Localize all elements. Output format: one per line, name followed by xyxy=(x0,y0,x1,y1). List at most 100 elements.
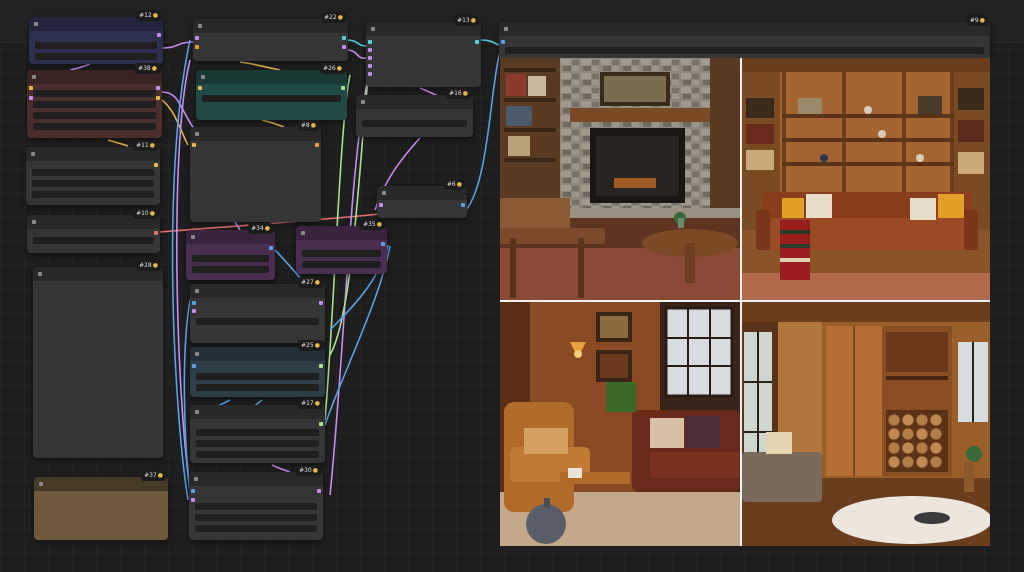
widget-field[interactable] xyxy=(33,90,156,97)
widget-field[interactable] xyxy=(33,101,156,108)
collapse-icon[interactable] xyxy=(195,410,199,414)
collapse-icon[interactable] xyxy=(34,22,38,26)
node-26[interactable]: #26● xyxy=(196,63,347,120)
output-port[interactable] xyxy=(315,143,319,147)
collapse-icon[interactable] xyxy=(194,477,198,481)
input-port[interactable] xyxy=(368,40,372,44)
node-34[interactable]: #34● xyxy=(186,223,275,280)
input-port[interactable] xyxy=(368,72,372,76)
collapse-icon[interactable] xyxy=(301,231,305,235)
output-port[interactable] xyxy=(461,203,465,207)
widget-field[interactable] xyxy=(302,250,381,257)
input-port[interactable] xyxy=(191,498,195,502)
node-28[interactable]: #28● xyxy=(33,260,163,458)
widget-field[interactable] xyxy=(196,440,319,447)
widget-field[interactable] xyxy=(32,191,154,198)
node-12[interactable]: #12● xyxy=(29,10,163,64)
widget-field[interactable] xyxy=(32,180,154,187)
widget-field[interactable] xyxy=(505,47,984,54)
node-27[interactable]: #27● xyxy=(190,277,325,343)
node-9-image-preview[interactable]: #9● xyxy=(499,15,990,58)
widget-field[interactable] xyxy=(362,120,467,127)
widget-field[interactable] xyxy=(196,318,319,325)
output-port[interactable] xyxy=(317,489,321,493)
node-header[interactable] xyxy=(499,22,990,36)
preview-image-4[interactable] xyxy=(742,302,990,546)
collapse-icon[interactable] xyxy=(32,75,36,79)
node-8[interactable]: #8● xyxy=(190,120,321,222)
input-port[interactable] xyxy=(191,489,195,493)
input-port[interactable] xyxy=(195,36,199,40)
node-11[interactable]: #11● xyxy=(26,140,160,205)
widget-field[interactable] xyxy=(196,384,319,391)
widget-field[interactable] xyxy=(35,42,157,49)
output-port[interactable] xyxy=(156,96,160,100)
collapse-icon[interactable] xyxy=(382,191,386,195)
collapse-icon[interactable] xyxy=(504,27,508,31)
widget-field[interactable] xyxy=(195,503,317,510)
node-30[interactable]: #30● xyxy=(189,465,323,540)
node-13[interactable]: #13● xyxy=(366,15,481,87)
output-port[interactable] xyxy=(381,242,385,246)
input-port[interactable] xyxy=(192,309,196,313)
output-port[interactable] xyxy=(319,301,323,305)
widget-field[interactable] xyxy=(195,525,317,532)
output-port[interactable] xyxy=(269,246,273,250)
output-port[interactable] xyxy=(342,45,346,49)
widget-field[interactable] xyxy=(195,514,317,521)
output-port[interactable] xyxy=(319,364,323,368)
node-17[interactable]: #17● xyxy=(190,398,325,463)
collapse-icon[interactable] xyxy=(195,289,199,293)
collapse-icon[interactable] xyxy=(195,352,199,356)
input-port[interactable] xyxy=(29,86,33,90)
widget-field[interactable] xyxy=(196,451,319,458)
input-port[interactable] xyxy=(192,364,196,368)
collapse-icon[interactable] xyxy=(195,132,199,136)
collapse-icon[interactable] xyxy=(31,152,35,156)
preview-image-3[interactable] xyxy=(500,302,740,546)
output-port[interactable] xyxy=(319,422,323,426)
output-port[interactable] xyxy=(156,86,160,90)
input-port[interactable] xyxy=(192,143,196,147)
widget-field[interactable] xyxy=(192,266,269,273)
widget-field[interactable] xyxy=(33,112,156,119)
collapse-icon[interactable] xyxy=(39,482,43,486)
output-port[interactable] xyxy=(342,36,346,40)
widget-field[interactable] xyxy=(33,123,156,130)
widget-field[interactable] xyxy=(35,53,157,60)
input-port[interactable] xyxy=(192,301,196,305)
node-graph-canvas[interactable]: #12● #38● #11● #10● #28● #37● #22● #26● … xyxy=(0,0,1024,572)
collapse-icon[interactable] xyxy=(201,75,205,79)
input-port[interactable] xyxy=(368,48,372,52)
input-port[interactable] xyxy=(195,45,199,49)
node-22[interactable]: #22● xyxy=(193,12,348,61)
widget-field[interactable] xyxy=(33,237,154,244)
input-port[interactable] xyxy=(368,56,372,60)
collapse-icon[interactable] xyxy=(361,100,365,104)
node-10[interactable]: #10● xyxy=(27,208,160,253)
input-port[interactable] xyxy=(198,86,202,90)
node-37[interactable]: #37● xyxy=(34,470,168,540)
node-35[interactable]: #35● xyxy=(296,219,387,274)
collapse-icon[interactable] xyxy=(371,27,375,31)
node-6[interactable]: #6● xyxy=(377,179,467,218)
output-port[interactable] xyxy=(475,40,479,44)
collapse-icon[interactable] xyxy=(198,24,202,28)
output-port[interactable] xyxy=(154,231,158,235)
output-port[interactable] xyxy=(154,163,158,167)
collapse-icon[interactable] xyxy=(191,235,195,239)
collapse-icon[interactable] xyxy=(32,220,36,224)
input-port[interactable] xyxy=(501,40,505,44)
input-port[interactable] xyxy=(29,96,33,100)
node-16[interactable]: #16● xyxy=(356,88,473,137)
input-port[interactable] xyxy=(368,64,372,68)
output-port[interactable] xyxy=(341,86,345,90)
preview-image-1[interactable] xyxy=(500,58,740,300)
collapse-icon[interactable] xyxy=(38,272,42,276)
widget-field[interactable] xyxy=(192,255,269,262)
widget-field[interactable] xyxy=(196,373,319,380)
node-25[interactable]: #25● xyxy=(190,340,325,397)
input-port[interactable] xyxy=(379,203,383,207)
output-port[interactable] xyxy=(157,33,161,37)
widget-field[interactable] xyxy=(202,95,341,102)
